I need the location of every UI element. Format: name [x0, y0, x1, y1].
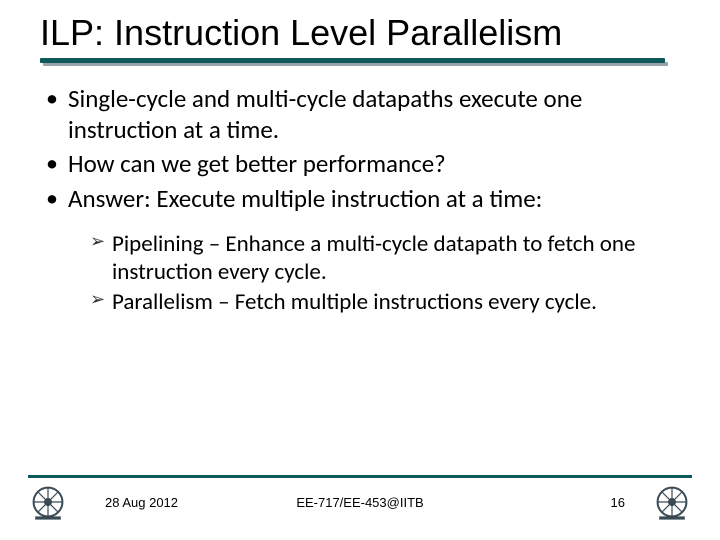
footer-course: EE-717/EE-453@IITB — [296, 495, 423, 510]
iitb-logo-icon — [652, 482, 692, 522]
footer-date: 28 Aug 2012 — [105, 495, 178, 510]
slide-title: ILP: Instruction Level Parallelism — [40, 12, 680, 54]
bullet-item: How can we get better performance? — [42, 149, 680, 180]
bullet-item: Single-cycle and multi-cycle datapaths e… — [42, 84, 680, 145]
footer-divider — [28, 475, 692, 478]
main-bullet-list: Single-cycle and multi-cycle datapaths e… — [42, 84, 680, 214]
title-underline — [40, 58, 680, 64]
sub-bullet-item: Pipelining – Enhance a multi-cycle datap… — [90, 230, 680, 286]
sub-bullet-list: Pipelining – Enhance a multi-cycle datap… — [42, 230, 680, 316]
footer: 28 Aug 2012 EE-717/EE-453@IITB 16 — [0, 482, 720, 522]
slide-body: Single-cycle and multi-cycle datapaths e… — [40, 84, 680, 316]
sub-bullet-item: Parallelism – Fetch multiple instruction… — [90, 288, 680, 316]
footer-page-number: 16 — [611, 495, 625, 510]
iitb-logo-icon — [28, 482, 68, 522]
bullet-item: Answer: Execute multiple instruction at … — [42, 184, 680, 215]
slide: ILP: Instruction Level Parallelism Singl… — [0, 0, 720, 540]
